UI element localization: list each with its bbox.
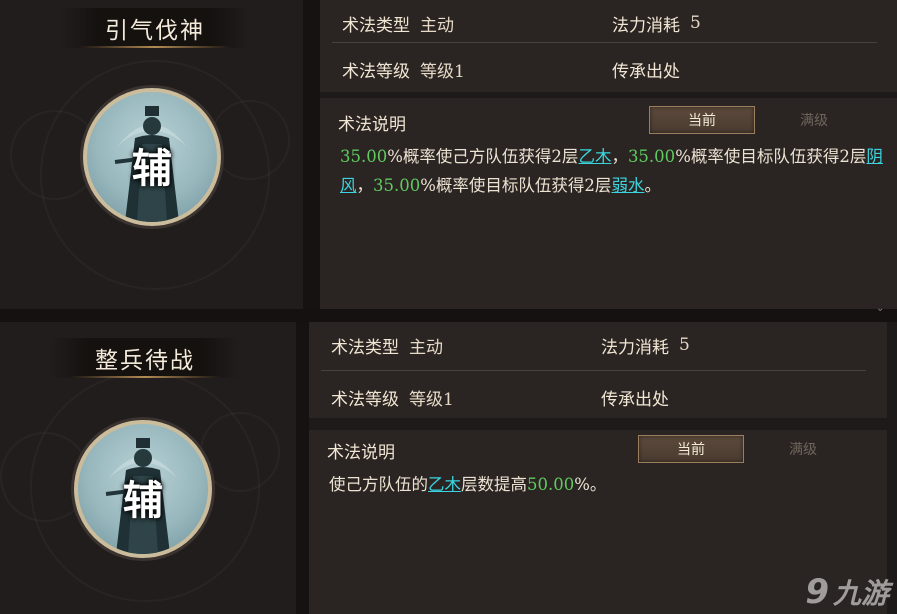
origin-label: 传承出处 [601, 389, 669, 410]
cost-value: 5 [690, 13, 701, 33]
panel-separator [0, 309, 897, 322]
level-value: 等级1 [420, 61, 465, 82]
skill-info-box: 术法类型 主动 法力消耗 5 术法等级 等级1 传承出处 [309, 322, 887, 418]
skill-name: 整兵待战 [95, 348, 195, 374]
chevron-down-icon[interactable]: ⌄ [876, 303, 884, 314]
type-value: 主动 [409, 337, 443, 358]
cost-label: 法力消耗 [601, 337, 669, 358]
tab-max-level[interactable]: 满级 [763, 435, 843, 463]
skill-panel-1: 引气伐神 辅 术法类型 主动 法力消耗 5 术法等级 等级1 传承出处 术法说明 当前… [0, 0, 897, 309]
role-badge: 辅 [123, 477, 163, 524]
skill-description-box: 术法说明 当前 满级 使己方队伍的乙木层数提高50.00%。 [309, 430, 887, 614]
probability-value: 35.00 [627, 147, 676, 166]
info-divider [332, 42, 877, 43]
description-fragment: ， [356, 176, 374, 195]
role-badge: 辅 [132, 145, 172, 192]
general-portrait[interactable]: 辅 [83, 88, 221, 226]
description-fragment: %概率使目标队伍获得2层 [420, 176, 612, 195]
general-portrait[interactable]: 辅 [74, 420, 212, 558]
description-fragment: 层数提高 [461, 475, 527, 494]
column-gutter [303, 0, 320, 309]
watermark-text: 九游 [832, 577, 889, 610]
jiuyou-logo-icon: 9 [805, 572, 829, 612]
description-fragment: 。 [644, 176, 661, 195]
description-fragment: ， [611, 147, 628, 166]
description-text: 35.00%概率使己方队伍获得2层乙木，35.00%概率使目标队伍获得2层阴风，… [340, 142, 883, 200]
level-label: 术法等级 [342, 61, 410, 82]
tab-current-level[interactable]: 当前 [638, 435, 744, 463]
level-value: 等级1 [409, 389, 454, 410]
status-keyword-link[interactable]: 乙木 [578, 147, 611, 166]
type-value: 主动 [420, 15, 454, 36]
status-keyword-link[interactable]: 弱水 [611, 176, 644, 195]
skill-name-plate: 引气伐神 [60, 8, 250, 48]
column-gutter [296, 322, 309, 614]
cost-label: 法力消耗 [612, 15, 680, 36]
info-divider [321, 370, 866, 371]
probability-value: 35.00 [340, 147, 388, 166]
watermark: 9 九游 [805, 572, 889, 612]
description-title: 术法说明 [338, 115, 406, 135]
skill-panel-2: 整兵待战 辅 术法类型 主动 法力消耗 5 术法等级 等级1 传承出处 术法说明 当前… [0, 322, 897, 614]
skill-name: 引气伐神 [105, 18, 205, 44]
skill-description-box: 术法说明 当前 满级 35.00%概率使己方队伍获得2层乙木，35.00%概率使… [320, 98, 897, 309]
status-keyword-link[interactable]: 乙木 [428, 475, 461, 494]
probability-value: 50.00 [527, 475, 575, 494]
tab-current-level[interactable]: 当前 [649, 106, 755, 134]
skill-name-plate: 整兵待战 [50, 338, 240, 378]
origin-label: 传承出处 [612, 61, 680, 82]
description-title: 术法说明 [327, 443, 395, 463]
description-fragment: %概率使己方队伍获得2层 [387, 147, 579, 166]
skill-info-box: 术法类型 主动 法力消耗 5 术法等级 等级1 传承出处 [320, 0, 897, 92]
description-fragment: %。 [574, 475, 607, 494]
type-label: 术法类型 [331, 337, 399, 358]
probability-value: 35.00 [373, 176, 421, 195]
description-text: 使己方队伍的乙木层数提高50.00%。 [329, 470, 873, 499]
type-label: 术法类型 [342, 15, 410, 36]
tab-max-level[interactable]: 满级 [774, 106, 854, 134]
description-fragment: 使己方队伍的 [329, 475, 428, 494]
description-fragment: %概率使目标队伍获得2层 [675, 147, 867, 166]
level-label: 术法等级 [331, 389, 399, 410]
cost-value: 5 [679, 335, 690, 355]
